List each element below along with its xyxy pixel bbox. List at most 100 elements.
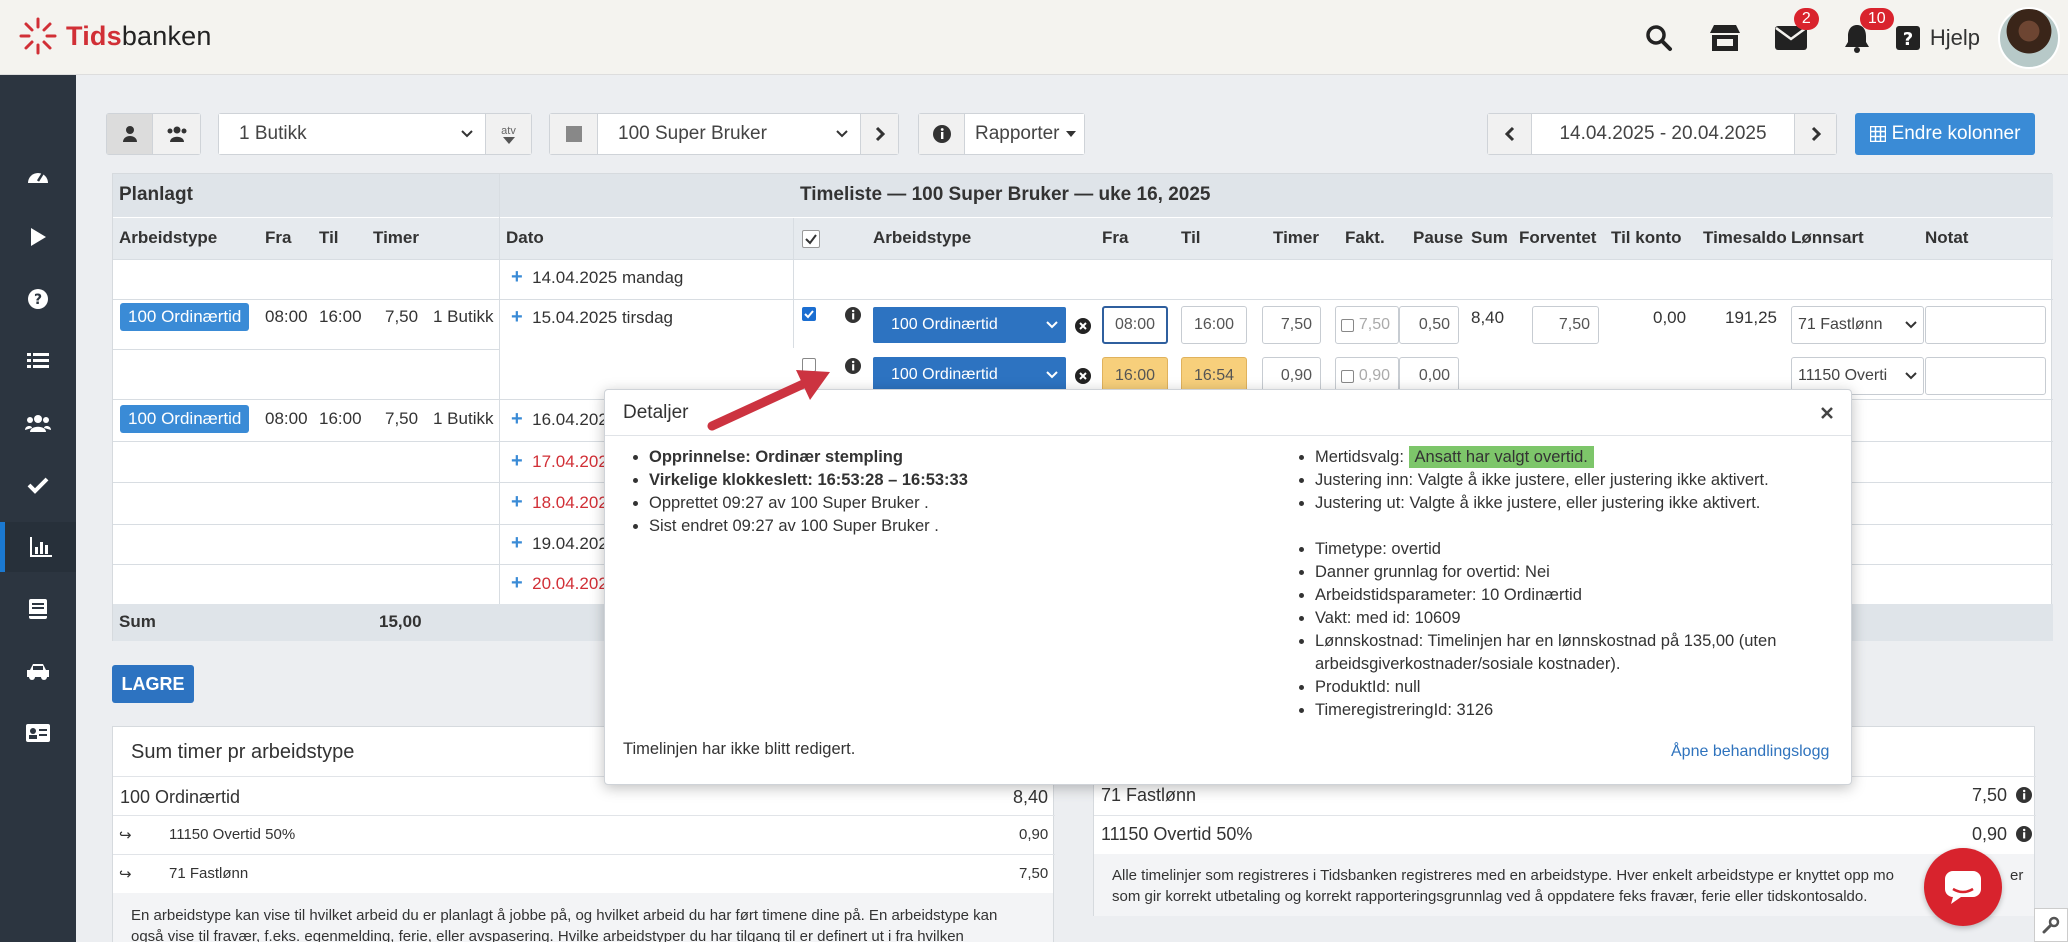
row1-wage-select[interactable]: 71 Fastlønn [1791,306,1924,344]
sidebar-item-help[interactable]: ? [0,274,76,324]
top-bar: Tidsbanken 2 10 ? Hjelp [0,0,2068,75]
plus-icon: + [511,572,523,594]
header-planned-hours: Timer [373,228,419,247]
date-row-6[interactable]: + 20.04.202 [511,572,608,595]
info-button[interactable] [919,114,965,154]
store-select-value: 1 Butikk [239,123,307,144]
row1-checkbox[interactable] [802,307,816,321]
svg-text:?: ? [1903,29,1913,50]
sidebar-item-reports[interactable] [0,522,76,572]
search-button[interactable] [1626,0,1692,75]
sidebar-item-play[interactable] [0,212,76,262]
messages-button[interactable]: 2 [1758,0,1824,75]
brand-red: Tids [66,20,122,51]
prev-week-button[interactable] [1488,114,1532,154]
next-user-button[interactable] [860,114,898,154]
row1-fakt-checkbox[interactable] [1341,318,1354,332]
logo[interactable]: Tidsbanken [18,16,212,56]
reports-dropdown[interactable]: Rapporter [965,114,1084,154]
store-select-group: 1 Butikk atv [218,113,532,155]
book-icon [29,599,47,619]
planned-hours-1: 7,50 [385,307,419,326]
next-week-button[interactable] [1794,114,1836,154]
sidebar-item-car[interactable] [0,646,76,696]
chevron-down-icon [1046,321,1058,329]
check-icon [804,310,814,319]
sidebar-item-list[interactable] [0,336,76,386]
user-select[interactable]: 100 Super Bruker [598,114,860,154]
info-circle-icon[interactable] [2016,787,2032,803]
popup-right-item-2: Arbeidstidsparameter: 10 Ordinærtid [1315,584,1776,607]
date-range[interactable]: 14.04.2025 - 20.04.2025 [1532,123,1794,145]
row1-expected-input[interactable]: 7,50 [1532,306,1599,344]
popup-right-item-4: Lønnskostnad: Timelinjen har en lønnskos… [1315,630,1776,676]
date-row-2[interactable]: + 16.04.202 [511,408,608,431]
plus-icon: + [511,266,523,288]
row2-worktype-select[interactable]: 100 Ordinærtid [873,357,1066,393]
close-icon [1821,406,1833,419]
check-icon [27,477,49,494]
avatar[interactable] [1998,6,2060,69]
store-select[interactable]: 1 Butikk [219,114,485,154]
row1-info-button[interactable] [845,307,861,323]
chevron-down-icon [1046,371,1058,379]
save-button[interactable]: LAGRE [112,665,194,703]
date-row-4[interactable]: + 18.04.202 [511,491,608,514]
row1-worktype-select[interactable]: 100 Ordinærtid [873,307,1066,343]
row1-from-input[interactable]: 08:00 [1102,306,1168,344]
popup-title: Detaljer [623,401,689,423]
sidebar-item-users[interactable] [0,398,76,448]
planned-from-1: 08:00 [265,307,308,326]
settings-wrench-button[interactable] [2034,908,2068,942]
change-columns-button[interactable]: Endre kolonner [1855,113,2035,155]
select-all-checkbox[interactable] [802,230,820,248]
atv-sort-button[interactable]: atv [485,114,531,154]
row1-remove-button[interactable] [1075,318,1091,334]
group-users-button[interactable] [153,114,200,154]
close-circle-icon [1075,318,1091,334]
store-button[interactable] [1692,0,1758,75]
bar-chart-icon [29,537,52,557]
sidebar: ? [0,75,76,942]
row2-note-input[interactable] [1925,357,2046,395]
question-square-icon: ? [1895,25,1920,50]
chat-button[interactable] [1924,848,2002,926]
popup-footer-text: Timelinjen har ikke blitt redigert. [623,740,856,758]
row2-fakt-checkbox[interactable] [1341,369,1354,383]
date-row-1[interactable]: + 15.04.2025 tirsdag [511,306,673,329]
row2-info-button[interactable] [845,358,861,374]
sidebar-item-id-card[interactable] [0,708,76,758]
row1-balance: 191,25 [1725,308,1777,327]
popup-adj-in: Justering inn: Valgte å ikke justere, el… [1315,469,1769,492]
svg-text:?: ? [34,292,42,308]
header-hours: Timer [1273,228,1319,247]
row1-to-input[interactable]: 16:00 [1181,306,1247,344]
open-log-link[interactable]: Åpne behandlingslogg [1671,740,1829,763]
row1-sum: 8,40 [1471,308,1505,327]
notifications-button[interactable]: 10 [1824,0,1894,75]
summary-right-value-1: 0,90 [1972,824,2008,844]
single-user-button[interactable] [107,114,153,154]
overtime-highlight: Ansatt har valgt overtid. [1408,446,1594,468]
planned-type-tag-2: 100 Ordinærtid [120,405,250,433]
id-card-icon [26,724,50,742]
date-row-0[interactable]: + 14.04.2025 mandag [511,266,683,289]
chat-icon [1945,871,1981,904]
sidebar-item-dashboard[interactable] [0,150,76,200]
tidsbanken-logo-icon [19,17,57,55]
sidebar-item-approve[interactable] [0,460,76,510]
sidebar-item-book[interactable] [0,584,76,634]
row1-note-input[interactable] [1925,306,2046,344]
close-popup-button[interactable] [1821,406,1833,419]
row1-fakt-input[interactable]: 7,50 [1335,306,1399,344]
row2-remove-button[interactable] [1075,368,1091,384]
user-color-button[interactable] [550,114,598,154]
info-circle-icon[interactable] [2016,826,2032,842]
date-row-3[interactable]: + 17.04.202 [511,450,608,473]
planned-title: Planlagt [119,184,193,205]
help-button[interactable]: ? Hjelp [1890,25,1998,51]
date-row-5[interactable]: + 19.04.202 [511,532,608,555]
check-icon [805,234,817,245]
row1-pause-input[interactable]: 0,50 [1399,306,1459,344]
row1-hours-input[interactable]: 7,50 [1262,306,1321,344]
